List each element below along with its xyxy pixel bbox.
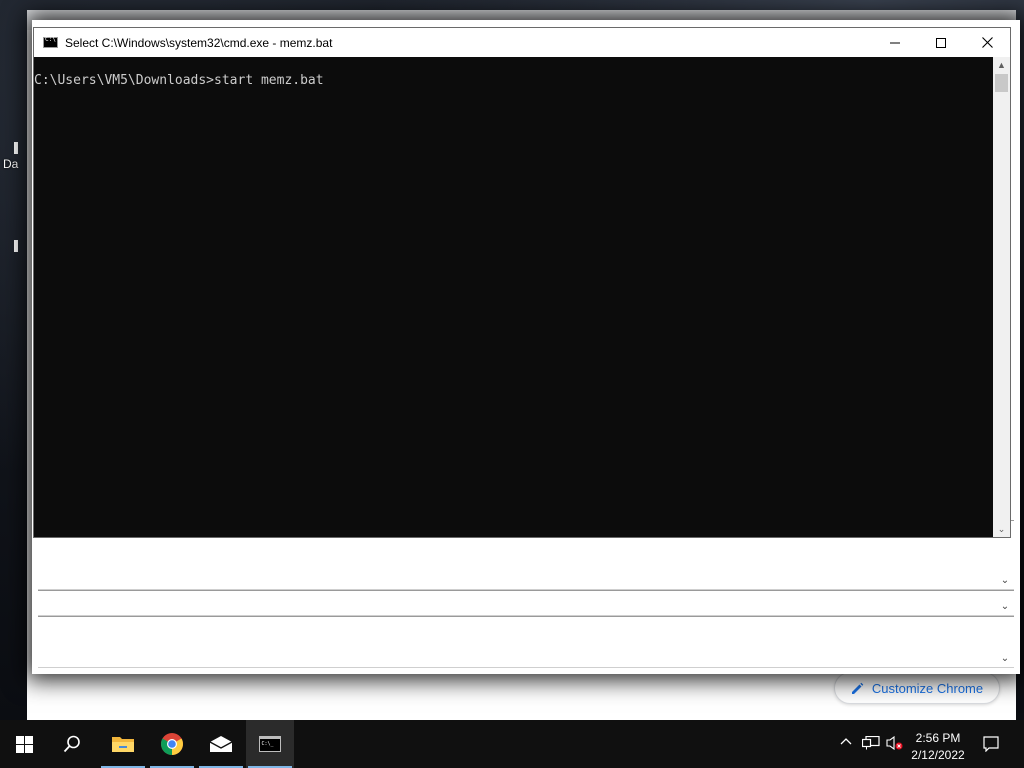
- network-icon: [861, 735, 880, 750]
- cmd-icon: C:\_: [259, 736, 281, 752]
- search-button[interactable]: [48, 720, 96, 768]
- pencil-icon: [851, 682, 864, 694]
- taskbar-file-explorer[interactable]: [99, 720, 147, 768]
- cmd-window-title: Select C:\Windows\system32\cmd.exe - mem…: [65, 35, 333, 50]
- console-prompt-line: C:\Users\VM5\Downloads>start memz.bat: [34, 73, 324, 88]
- notification-icon: [983, 736, 999, 753]
- start-button[interactable]: [0, 720, 48, 768]
- close-icon: [981, 37, 993, 48]
- console-scrollbar[interactable]: ▲ ⌄: [993, 57, 1010, 537]
- action-center-button[interactable]: [983, 736, 999, 755]
- speaker-muted-icon: [886, 735, 903, 751]
- customize-chrome-button[interactable]: Customize Chrome: [834, 672, 1000, 704]
- chevron-down-icon[interactable]: ⌄: [998, 601, 1012, 613]
- customize-chrome-label: Customize Chrome: [871, 680, 984, 696]
- cmd-window[interactable]: Select C:\Windows\system32\cmd.exe - mem…: [33, 27, 1011, 538]
- folder-icon: [112, 737, 134, 752]
- maximize-icon: [936, 37, 946, 48]
- network-button[interactable]: [861, 735, 880, 753]
- clock-time: 2:56 PM: [915, 731, 961, 745]
- show-hidden-icons-button[interactable]: [840, 736, 852, 751]
- taskbar-mail[interactable]: [197, 720, 245, 768]
- taskbar-chrome[interactable]: [148, 720, 196, 768]
- minimize-button[interactable]: [872, 28, 918, 57]
- scroll-up-icon[interactable]: ▲: [993, 57, 1010, 73]
- desktop-icon-fragment: [14, 240, 18, 252]
- svg-text:C:\_: C:\_: [262, 741, 275, 747]
- desktop-icon-label[interactable]: Da: [3, 157, 18, 171]
- scroll-down-icon[interactable]: ⌄: [993, 521, 1010, 537]
- console-output[interactable]: C:\Users\VM5\Downloads>start memz.bat: [34, 57, 993, 537]
- chevron-down-icon[interactable]: ⌄: [998, 575, 1012, 587]
- chevron-down-icon[interactable]: ⌄: [998, 653, 1012, 665]
- cmd-window-icon: [43, 36, 58, 48]
- maximize-button[interactable]: [918, 28, 964, 57]
- chrome-icon: [161, 733, 183, 755]
- windows-logo-icon: [15, 735, 33, 753]
- taskbar-cmd[interactable]: C:\_: [246, 720, 294, 768]
- scrollbar-thumb[interactable]: [995, 74, 1008, 92]
- minimize-icon: [890, 42, 900, 43]
- volume-button[interactable]: [886, 735, 904, 753]
- background-list-3[interactable]: ⌄: [38, 616, 1014, 668]
- search-icon: [63, 735, 80, 753]
- mail-icon: [209, 736, 233, 752]
- chevron-up-icon: [840, 738, 852, 745]
- clock-date: 2/12/2022: [911, 748, 965, 762]
- desktop-icon-fragment: [14, 142, 18, 154]
- cmd-titlebar[interactable]: Select C:\Windows\system32\cmd.exe - mem…: [34, 28, 1010, 57]
- background-list-2[interactable]: ⌄: [38, 590, 1014, 616]
- taskbar-clock[interactable]: 2:56 PM 2/12/2022: [904, 730, 972, 764]
- close-button[interactable]: [964, 28, 1010, 57]
